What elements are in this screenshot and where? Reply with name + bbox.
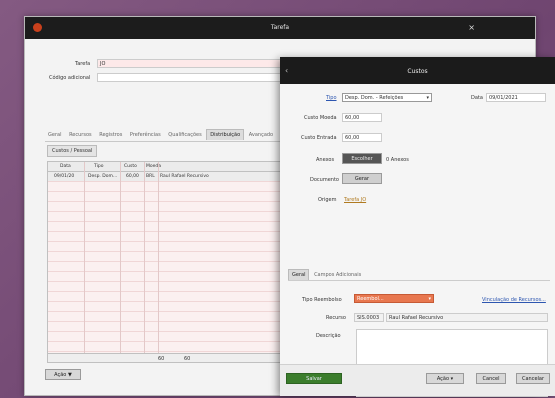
table-row[interactable] xyxy=(48,232,304,242)
table-row[interactable] xyxy=(48,192,304,202)
table-row[interactable] xyxy=(48,222,304,232)
main-tabs: Geral Recursos Registros Preferências Qu… xyxy=(45,129,300,142)
table-row[interactable] xyxy=(48,322,304,332)
chevron-down-icon: ▼ xyxy=(67,372,72,378)
custo-moeda-label: Custo Moeda xyxy=(304,115,337,121)
tipo-reembolso-label: Tipo Reembolso xyxy=(302,297,342,303)
table-row[interactable] xyxy=(48,302,304,312)
documento-label: Documento xyxy=(310,177,339,183)
cell-custo: 60,00 xyxy=(126,174,139,179)
table-row[interactable] xyxy=(48,342,304,352)
grid-footer: 60 60 xyxy=(47,353,305,363)
anexos-count: 0 Anexos xyxy=(386,157,409,163)
window-titlebar: Tarefa × xyxy=(25,17,535,39)
acao-button-label: Ação xyxy=(54,372,67,378)
tipo-reembolso-select[interactable]: Reembol... ▾ xyxy=(354,294,434,303)
data-label: Data xyxy=(471,95,483,101)
col-header-custo[interactable]: Custo xyxy=(124,164,137,169)
tab-recursos[interactable]: Recursos xyxy=(66,130,95,140)
gerar-button[interactable]: Gerar xyxy=(342,173,382,184)
table-row[interactable] xyxy=(48,252,304,262)
grid-divider xyxy=(84,162,85,360)
table-row[interactable]: 09/01/20 Desp. Dom... 60,00 BRL Raul Raf… xyxy=(48,172,304,182)
table-row[interactable] xyxy=(48,262,304,272)
cell-moeda: BRL xyxy=(146,174,155,179)
origem-link[interactable]: Tarefa JO xyxy=(344,197,366,203)
custos-dialog: ‹ Custos Tipo Desp. Dom. - Refeições ▾ D… xyxy=(280,57,555,397)
table-row[interactable] xyxy=(48,312,304,322)
cell-desc: Raul Rafael Recursivo xyxy=(160,174,209,179)
table-row[interactable] xyxy=(48,202,304,212)
custo-entrada-input[interactable]: 60,00 xyxy=(342,133,382,142)
footer-total-1: 60 xyxy=(158,356,165,362)
codigo-adicional-label: Código adicional xyxy=(49,75,91,81)
grid-divider xyxy=(144,162,145,360)
table-row[interactable] xyxy=(48,292,304,302)
window-title: Tarefa xyxy=(270,24,290,31)
tab-registros[interactable]: Registros xyxy=(96,130,125,140)
col-header-tipo[interactable]: Tipo xyxy=(94,164,103,169)
table-row[interactable] xyxy=(48,272,304,282)
grid-divider xyxy=(120,162,121,360)
descricao-label: Descrição xyxy=(316,333,341,339)
footer-total-2: 60 xyxy=(184,356,191,362)
custo-entrada-label: Custo Entrada xyxy=(301,135,337,141)
acao-button[interactable]: Ação ▼ xyxy=(45,369,81,380)
acao-button-label: Ação xyxy=(436,376,450,382)
cancelar-button[interactable]: Cancelar xyxy=(516,373,550,384)
recurso-code[interactable]: SIS.0003 xyxy=(354,313,384,322)
dialog-footer: Salvar Ação ▾ Cancel Cancelar xyxy=(280,364,555,396)
grid-header: Data Tipo Custo Moeda Ref. xyxy=(48,162,304,172)
subtab-custos-pessoal[interactable]: Custos / Pessoal xyxy=(47,145,98,157)
vinculacao-recursos-link[interactable]: Vinculação de Recursos... xyxy=(482,297,546,303)
tab-campos-adicionais[interactable]: Campos Adicionais xyxy=(311,270,364,280)
dialog-title: Custos xyxy=(407,68,428,75)
chevron-down-icon: ▾ xyxy=(428,296,431,302)
tipo-select[interactable]: Desp. Dom. - Refeições ▾ xyxy=(342,93,432,102)
tipo-reembolso-value: Reembol... xyxy=(357,296,384,302)
cancel-button[interactable]: Cancel xyxy=(476,373,506,384)
dialog-titlebar: ‹ Custos xyxy=(280,57,555,84)
origem-label: Origem xyxy=(318,197,337,203)
acao-button[interactable]: Ação ▾ xyxy=(426,373,464,384)
tab-geral[interactable]: Geral xyxy=(288,269,310,280)
table-row[interactable] xyxy=(48,332,304,342)
dialog-tabs: Geral Campos Adicionais xyxy=(288,269,550,281)
escolher-button[interactable]: Escolher xyxy=(342,153,382,164)
chevron-down-icon: ▾ xyxy=(450,376,454,382)
table-row[interactable] xyxy=(48,182,304,192)
tipo-link[interactable]: Tipo xyxy=(326,95,337,101)
tipo-select-value: Desp. Dom. - Refeições xyxy=(345,95,404,101)
costs-grid: Data Tipo Custo Moeda Ref. 09/01/20 Desp… xyxy=(47,161,305,362)
tarefa-input[interactable]: JO xyxy=(97,59,297,68)
anexos-label: Anexos xyxy=(316,157,335,163)
table-row[interactable] xyxy=(48,282,304,292)
grid-divider xyxy=(158,162,159,360)
recurso-label: Recurso xyxy=(326,315,346,321)
tab-qualificacoes[interactable]: Qualificações xyxy=(165,130,204,140)
tab-geral[interactable]: Geral xyxy=(45,130,64,140)
col-header-data[interactable]: Data xyxy=(60,164,71,169)
tab-preferencias[interactable]: Preferências xyxy=(127,130,164,140)
tab-avancado[interactable]: Avançado xyxy=(246,130,276,140)
custo-moeda-input[interactable]: 60,00 xyxy=(342,113,382,122)
close-icon[interactable]: × xyxy=(468,23,475,32)
salvar-button[interactable]: Salvar xyxy=(286,373,342,384)
tarefa-label: Tarefa xyxy=(75,61,91,67)
tab-distribuicao[interactable]: Distribuição xyxy=(206,129,245,140)
table-row[interactable] xyxy=(48,212,304,222)
chevron-down-icon: ▾ xyxy=(426,95,429,101)
table-row[interactable] xyxy=(48,242,304,252)
cell-date: 09/01/20 xyxy=(54,174,75,179)
data-input[interactable]: 09/01/2021 xyxy=(486,93,546,102)
recurso-name: Raul Rafael Recursivo xyxy=(386,313,548,322)
codigo-adicional-input[interactable] xyxy=(97,73,297,82)
cell-tipo: Desp. Dom... xyxy=(88,174,118,179)
